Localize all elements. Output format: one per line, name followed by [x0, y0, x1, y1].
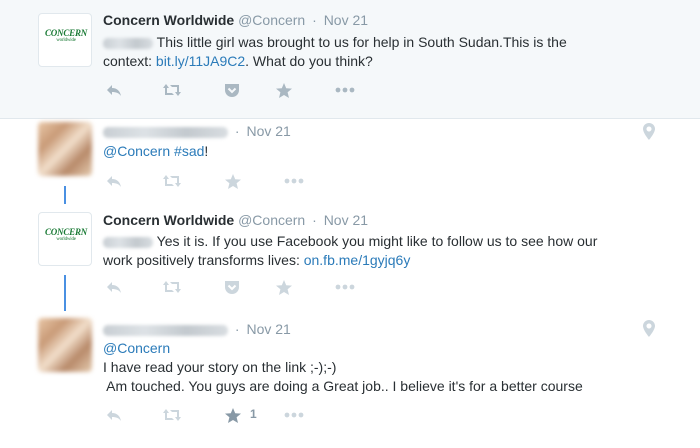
blurred-author — [103, 324, 228, 336]
tweet-text: This little girl was brought to us for h… — [103, 34, 567, 69]
retweet-icon[interactable] — [160, 277, 182, 297]
mention-link[interactable]: @Concern — [103, 143, 170, 159]
location-icon[interactable] — [643, 123, 655, 140]
author-name[interactable]: Concern Worldwide — [103, 212, 234, 228]
author-handle[interactable]: @Concern — [238, 212, 305, 228]
conversation-thread: CONCERN worldwide Concern Worldwide @Con… — [0, 0, 700, 448]
more-icon[interactable] — [332, 80, 355, 100]
blurred-mention — [103, 37, 153, 49]
concern-avatar[interactable]: CONCERN worldwide — [38, 212, 92, 266]
tweet-3[interactable]: CONCERN worldwide Concern Worldwide @Con… — [0, 205, 700, 307]
location-icon[interactable] — [643, 320, 655, 337]
tweet-header: Concern Worldwide @Concern · Nov 21 — [103, 12, 369, 28]
tweet-time[interactable]: Nov 21 — [246, 123, 290, 139]
reply-icon[interactable] — [103, 277, 125, 297]
favorite-icon[interactable] — [222, 171, 244, 191]
tweet-4[interactable]: · Nov 21 @Concern I have read your story… — [0, 307, 700, 448]
concern-avatar[interactable]: CONCERN worldwide — [38, 13, 92, 67]
blurred-mention — [103, 236, 153, 248]
tweet-header: · Nov 21 — [103, 123, 291, 139]
tweet-time[interactable]: Nov 21 — [324, 212, 368, 228]
tweet-text: @Concern #sad! — [103, 143, 209, 159]
tweet-text: @Concern I have read your story on the l… — [103, 340, 583, 394]
reply-icon[interactable] — [103, 405, 125, 425]
author-handle[interactable]: @Concern — [238, 12, 305, 28]
favorite-icon[interactable] — [273, 80, 295, 100]
more-icon[interactable] — [332, 277, 355, 297]
tweet-text: Yes it is. If you use Facebook you might… — [103, 233, 598, 268]
more-icon[interactable] — [281, 171, 304, 191]
reply-icon[interactable] — [103, 171, 125, 191]
tweet-actions — [103, 171, 403, 191]
tweet-time[interactable]: Nov 21 — [324, 12, 368, 28]
hashtag-link[interactable]: #sad — [174, 143, 204, 159]
tweet-link[interactable]: bit.ly/11JA9C2 — [156, 53, 245, 69]
mention-link[interactable]: @Concern — [103, 340, 170, 356]
tweet-1[interactable]: CONCERN worldwide Concern Worldwide @Con… — [0, 0, 700, 118]
retweet-icon[interactable] — [160, 171, 182, 191]
pocket-icon[interactable] — [221, 80, 243, 100]
tweet-header: · Nov 21 — [103, 321, 291, 337]
tweet-header: Concern Worldwide @Concern · Nov 21 — [103, 212, 369, 228]
pocket-icon[interactable] — [221, 277, 243, 297]
favorite-count: 1 — [250, 407, 257, 421]
concern-logo: CONCERN worldwide — [44, 28, 88, 44]
concern-logo: CONCERN worldwide — [44, 227, 88, 243]
favorite-icon[interactable] — [222, 405, 244, 425]
author-name[interactable]: Concern Worldwide — [103, 12, 234, 28]
user-avatar[interactable] — [38, 318, 92, 372]
more-icon[interactable] — [281, 405, 304, 425]
retweet-icon[interactable] — [160, 80, 182, 100]
user-avatar[interactable] — [38, 122, 92, 176]
tweet-time[interactable]: Nov 21 — [246, 321, 290, 337]
blurred-author — [103, 126, 228, 138]
tweet-actions — [103, 277, 403, 297]
tweet-actions: 1 — [103, 405, 403, 425]
reply-icon[interactable] — [103, 80, 125, 100]
retweet-icon[interactable] — [160, 405, 182, 425]
tweet-2[interactable]: · Nov 21 @Concern #sad! — [0, 119, 700, 205]
tweet-link[interactable]: on.fb.me/1gyjq6y — [304, 252, 411, 268]
favorite-icon[interactable] — [273, 277, 295, 297]
tweet-actions — [103, 80, 403, 100]
